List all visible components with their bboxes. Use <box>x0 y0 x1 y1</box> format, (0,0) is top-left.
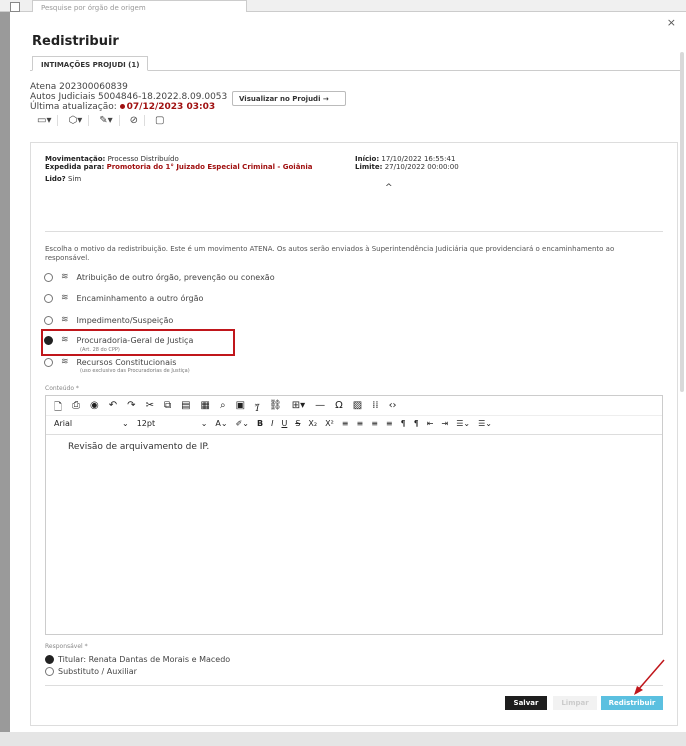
option-recursos[interactable]: ≋ Recursos Constitucionais <box>44 357 176 367</box>
lido-line: Lido? Sim <box>45 175 81 183</box>
highlight-box <box>41 329 235 356</box>
redistribution-description: Escolha o motivo da redistribuição. Este… <box>45 245 615 262</box>
lido-label: Lido? <box>45 175 66 183</box>
layers-icon: ≋ <box>61 293 69 303</box>
editor-label: Conteúdo * <box>45 385 79 392</box>
ltr-icon[interactable]: ¶ <box>401 419 406 428</box>
responsible-substituto[interactable]: Substituto / Auxiliar <box>45 667 137 676</box>
clear-button[interactable]: Limpar <box>553 696 597 710</box>
inicio-value: 17/10/2022 16:55:41 <box>381 155 456 163</box>
last-update-value: 07/12/2023 03:03 <box>126 102 216 112</box>
responsible-option-label: Titular: Renata Dantas de Morais e Maced… <box>58 655 231 664</box>
chevron-up-icon[interactable]: ^ <box>385 183 393 193</box>
redistribute-modal: × Redistribuir INTIMAÇÕES PROJUDI (1) At… <box>10 12 686 732</box>
inicio-label: Início: <box>355 155 380 163</box>
subscript-icon[interactable]: X₂ <box>308 419 317 428</box>
responsible-titular[interactable]: Titular: Renata Dantas de Morais e Maced… <box>45 655 230 664</box>
radio-button[interactable] <box>44 357 53 367</box>
layers-icon: ≋ <box>61 315 69 325</box>
superscript-icon[interactable]: X² <box>325 419 334 428</box>
option-encaminhamento[interactable]: ≋ Encaminhamento a outro órgão <box>44 293 203 303</box>
background-bottom <box>0 732 686 746</box>
last-update-label: Última atualização: <box>30 102 117 112</box>
redistribute-button[interactable]: Redistribuir <box>601 696 663 710</box>
limite-label: Limite: <box>355 163 383 171</box>
inicio-line: Início: 17/10/2022 16:55:41 <box>355 155 455 163</box>
radio-button[interactable] <box>45 667 54 676</box>
modal-title: Redistribuir <box>32 34 119 49</box>
size-select[interactable]: 12pt <box>137 419 193 428</box>
responsible-label: Responsável * <box>45 643 88 650</box>
atena-number: Atena 202300060839 <box>30 82 128 92</box>
expedida-value: Promotoria do 1° Juizado Especial Crimin… <box>106 163 313 171</box>
lido-value: Sim <box>67 175 82 183</box>
background-topbar: Pesquise por órgão de origem <box>0 0 686 14</box>
case-number: Autos Judiciais 5004846-18.2022.8.09.005… <box>30 92 228 102</box>
select-checkbox[interactable] <box>10 2 20 12</box>
layers-icon: ≋ <box>61 272 69 282</box>
justify-icon[interactable]: ≡ <box>386 419 393 428</box>
editor-content[interactable]: Revisão de arquivamento de IP. <box>68 442 209 452</box>
expedida-label: Expedida para: <box>45 163 105 171</box>
radio-button[interactable] <box>44 272 53 282</box>
outdent-icon[interactable]: ⇤ <box>427 419 434 428</box>
rich-text-editor[interactable]: 🗋 ⎙ ◉ ↶ ↷ ✂ ⧉ ▤ ▦ ⌕ ▣ Ꞽ ⛓ ⊞▾ — Ω ▨ ⁞⁞ ‹› <box>45 395 663 635</box>
scrollbar[interactable] <box>680 52 684 392</box>
status-dot-icon <box>119 103 125 109</box>
strikethrough-icon[interactable]: S <box>295 419 300 428</box>
option-label: Recursos Constitucionais <box>76 357 177 367</box>
numbered-list-icon[interactable]: ☰⌄ <box>478 419 492 428</box>
divider <box>45 231 663 232</box>
option-impedimento[interactable]: ≋ Impedimento/Suspeição <box>44 315 173 325</box>
save-button[interactable]: Salvar <box>505 696 547 710</box>
italic-icon[interactable]: I <box>271 419 273 428</box>
option-atribuicao[interactable]: ≋ Atribuição de outro órgão, prevenção o… <box>44 272 275 282</box>
indent-icon[interactable]: ⇥ <box>441 419 448 428</box>
movement-panel: Movimentação: Processo Distribuído Exped… <box>30 142 678 726</box>
underline-icon[interactable]: U <box>281 419 287 428</box>
align-center-icon[interactable]: ≡ <box>356 419 363 428</box>
align-right-icon[interactable]: ≡ <box>371 419 378 428</box>
limite-line: Limite: 27/10/2022 00:00:00 <box>355 163 459 171</box>
red-arrow-annotation <box>634 659 665 695</box>
align-left-icon[interactable]: ≡ <box>342 419 349 428</box>
editor-toolbar-format: Arial ⌄ 12pt ⌄ A⌄ ✐⌄ B I U S X₂ X² ≡ ≡ ≡… <box>54 419 654 428</box>
calendar-icon[interactable]: ▭▾ <box>37 115 59 126</box>
ban-icon[interactable]: ⊘ <box>130 115 146 126</box>
tab-intimacoes-projudi[interactable]: INTIMAÇÕES PROJUDI (1) <box>32 56 149 71</box>
movement-label: Movimentação: <box>45 155 106 163</box>
close-icon[interactable]: × <box>667 16 676 29</box>
option-label: Atribuição de outro órgão, prevenção ou … <box>76 272 275 282</box>
chevron-down-icon[interactable]: ⌄ <box>122 419 129 428</box>
option-label: Impedimento/Suspeição <box>76 315 174 325</box>
radio-button[interactable] <box>44 315 53 325</box>
toolbar-divider <box>46 434 662 435</box>
bullet-list-icon[interactable]: ☰⌄ <box>456 419 470 428</box>
rtl-icon[interactable]: ¶ <box>414 419 419 428</box>
tag-icon[interactable]: ⬡▾ <box>68 115 90 126</box>
radio-button[interactable] <box>44 293 53 303</box>
last-update: Última atualização: 07/12/2023 03:03 <box>30 102 215 112</box>
view-in-projudi-button[interactable]: Visualizar no Projudi → <box>232 91 346 106</box>
limite-value: 27/10/2022 00:00:00 <box>384 163 459 171</box>
option-sublabel: (uso exclusivo das Procuradorias de Just… <box>80 368 190 374</box>
responsible-option-label: Substituto / Auxiliar <box>58 667 137 676</box>
layers-icon: ≋ <box>61 357 69 367</box>
action-icons-row: ▭▾ ⬡▾ ✎▾ ⊘ ▢ <box>37 115 170 126</box>
chevron-down-icon[interactable]: ⌄ <box>201 419 208 428</box>
toolbar-divider <box>46 415 662 416</box>
highlight-color-icon[interactable]: ✐⌄ <box>236 419 249 428</box>
movement-line: Movimentação: Processo Distribuído <box>45 155 179 163</box>
option-label: Encaminhamento a outro órgão <box>76 293 204 303</box>
movement-value: Processo Distribuído <box>107 155 179 163</box>
expedida-line: Expedida para: Promotoria do 1° Juizado … <box>45 163 313 171</box>
bold-icon[interactable]: B <box>257 419 263 428</box>
font-select[interactable]: Arial <box>54 419 114 428</box>
divider <box>45 685 663 686</box>
font-color-icon[interactable]: A⌄ <box>215 419 227 428</box>
comment-icon[interactable]: ▢ <box>155 115 170 126</box>
edit-icon[interactable]: ✎▾ <box>99 115 120 126</box>
radio-button-selected[interactable] <box>45 655 54 664</box>
